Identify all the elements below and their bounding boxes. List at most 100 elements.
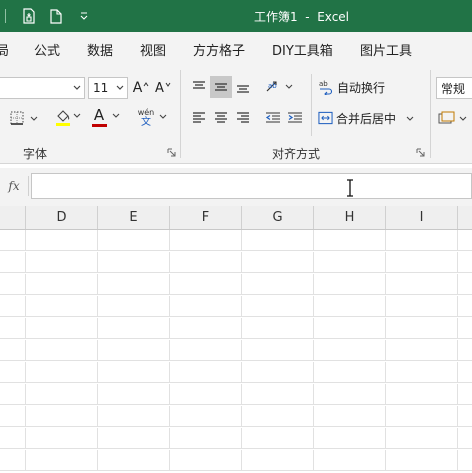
cell[interactable]	[386, 450, 458, 471]
tab-diy-toolbox[interactable]: DIY工具箱	[272, 40, 333, 59]
column-header-g[interactable]: G	[242, 206, 314, 229]
decrease-indent-button[interactable]	[262, 107, 284, 129]
cell[interactable]	[0, 362, 26, 383]
cell[interactable]	[242, 296, 314, 317]
cell[interactable]	[170, 362, 242, 383]
cell[interactable]	[98, 406, 170, 427]
phonetic-guide-button[interactable]: wén 文	[134, 106, 158, 130]
tab-data[interactable]: 数据	[87, 40, 113, 59]
tab-layout[interactable]: 局	[0, 40, 9, 59]
cell[interactable]	[26, 362, 98, 383]
cell[interactable]	[386, 252, 458, 273]
customize-chevron-icon[interactable]	[76, 0, 92, 32]
align-right-button[interactable]	[232, 107, 254, 129]
borders-button[interactable]	[6, 107, 42, 129]
decrease-font-size-button[interactable]: A	[153, 77, 173, 99]
wrap-text-button[interactable]: ab 自动换行	[318, 76, 388, 98]
fill-color-button[interactable]	[54, 106, 72, 128]
cell[interactable]	[26, 252, 98, 273]
cell[interactable]	[314, 274, 386, 295]
column-header-c-partial[interactable]	[0, 206, 26, 229]
cell[interactable]	[314, 230, 386, 251]
cell[interactable]	[0, 274, 26, 295]
cell[interactable]	[26, 296, 98, 317]
number-format-combo[interactable]: 常规	[436, 77, 472, 99]
cell[interactable]	[0, 428, 26, 449]
merge-center-button[interactable]: 合并后居中	[318, 107, 396, 129]
font-name-combo[interactable]	[0, 77, 85, 99]
cell[interactable]	[26, 450, 98, 471]
font-color-dropdown[interactable]	[111, 108, 121, 124]
increase-font-size-button[interactable]: A	[131, 77, 151, 99]
cell[interactable]	[0, 340, 26, 361]
cell[interactable]	[242, 252, 314, 273]
font-size-combo[interactable]: 11	[88, 77, 128, 99]
cell[interactable]	[0, 450, 26, 471]
cell[interactable]	[386, 296, 458, 317]
cell[interactable]	[386, 230, 458, 251]
cell[interactable]	[242, 384, 314, 405]
formula-input[interactable]	[31, 173, 472, 199]
phonetic-dropdown[interactable]	[158, 110, 168, 124]
middle-align-button[interactable]	[210, 76, 232, 98]
cell[interactable]	[0, 318, 26, 339]
insert-function-button[interactable]: fx	[0, 173, 28, 199]
cell[interactable]	[98, 274, 170, 295]
column-header-d[interactable]: D	[26, 206, 98, 229]
cell[interactable]	[26, 406, 98, 427]
cell[interactable]	[242, 340, 314, 361]
cell[interactable]	[314, 296, 386, 317]
column-header-h[interactable]: H	[314, 206, 386, 229]
cell[interactable]	[170, 428, 242, 449]
column-header-f[interactable]: F	[170, 206, 242, 229]
cell[interactable]	[386, 362, 458, 383]
cell[interactable]	[242, 406, 314, 427]
tab-view[interactable]: 视图	[140, 40, 166, 59]
orientation-button[interactable]: ab	[262, 76, 296, 98]
cell[interactable]	[314, 362, 386, 383]
cell[interactable]	[26, 230, 98, 251]
cell[interactable]	[98, 384, 170, 405]
tab-fangfang[interactable]: 方方格子	[193, 40, 245, 59]
cell[interactable]	[98, 450, 170, 471]
cell[interactable]	[0, 252, 26, 273]
cell[interactable]	[170, 230, 242, 251]
save-cloud-icon[interactable]	[18, 0, 40, 32]
accounting-format-button[interactable]	[438, 107, 472, 129]
cell[interactable]	[26, 274, 98, 295]
cell[interactable]	[0, 384, 26, 405]
new-document-icon[interactable]	[46, 0, 66, 32]
cell[interactable]	[170, 318, 242, 339]
alignment-dialog-launcher-icon[interactable]	[416, 148, 425, 157]
align-left-button[interactable]	[188, 107, 210, 129]
cell[interactable]	[170, 450, 242, 471]
cell[interactable]	[170, 340, 242, 361]
tab-picture-tools[interactable]: 图片工具	[360, 40, 412, 59]
increase-indent-button[interactable]	[284, 107, 306, 129]
cell[interactable]	[26, 384, 98, 405]
cell[interactable]	[386, 340, 458, 361]
cell[interactable]	[314, 340, 386, 361]
cell[interactable]	[170, 274, 242, 295]
cell[interactable]	[386, 318, 458, 339]
column-header-i[interactable]: I	[386, 206, 458, 229]
column-header-e[interactable]: E	[98, 206, 170, 229]
fill-color-dropdown[interactable]	[72, 108, 82, 124]
cell[interactable]	[314, 318, 386, 339]
cell[interactable]	[26, 318, 98, 339]
cell[interactable]	[314, 252, 386, 273]
merge-center-dropdown[interactable]	[405, 113, 415, 125]
cell[interactable]	[242, 450, 314, 471]
cell[interactable]	[170, 384, 242, 405]
cell[interactable]	[242, 428, 314, 449]
cell[interactable]	[242, 362, 314, 383]
cell[interactable]	[242, 230, 314, 251]
cell[interactable]	[314, 406, 386, 427]
cell[interactable]	[98, 252, 170, 273]
cell[interactable]	[26, 428, 98, 449]
cell[interactable]	[242, 274, 314, 295]
font-color-button[interactable]: A	[90, 106, 108, 128]
cell[interactable]	[98, 230, 170, 251]
cell[interactable]	[98, 318, 170, 339]
worksheet-grid[interactable]	[0, 230, 472, 473]
